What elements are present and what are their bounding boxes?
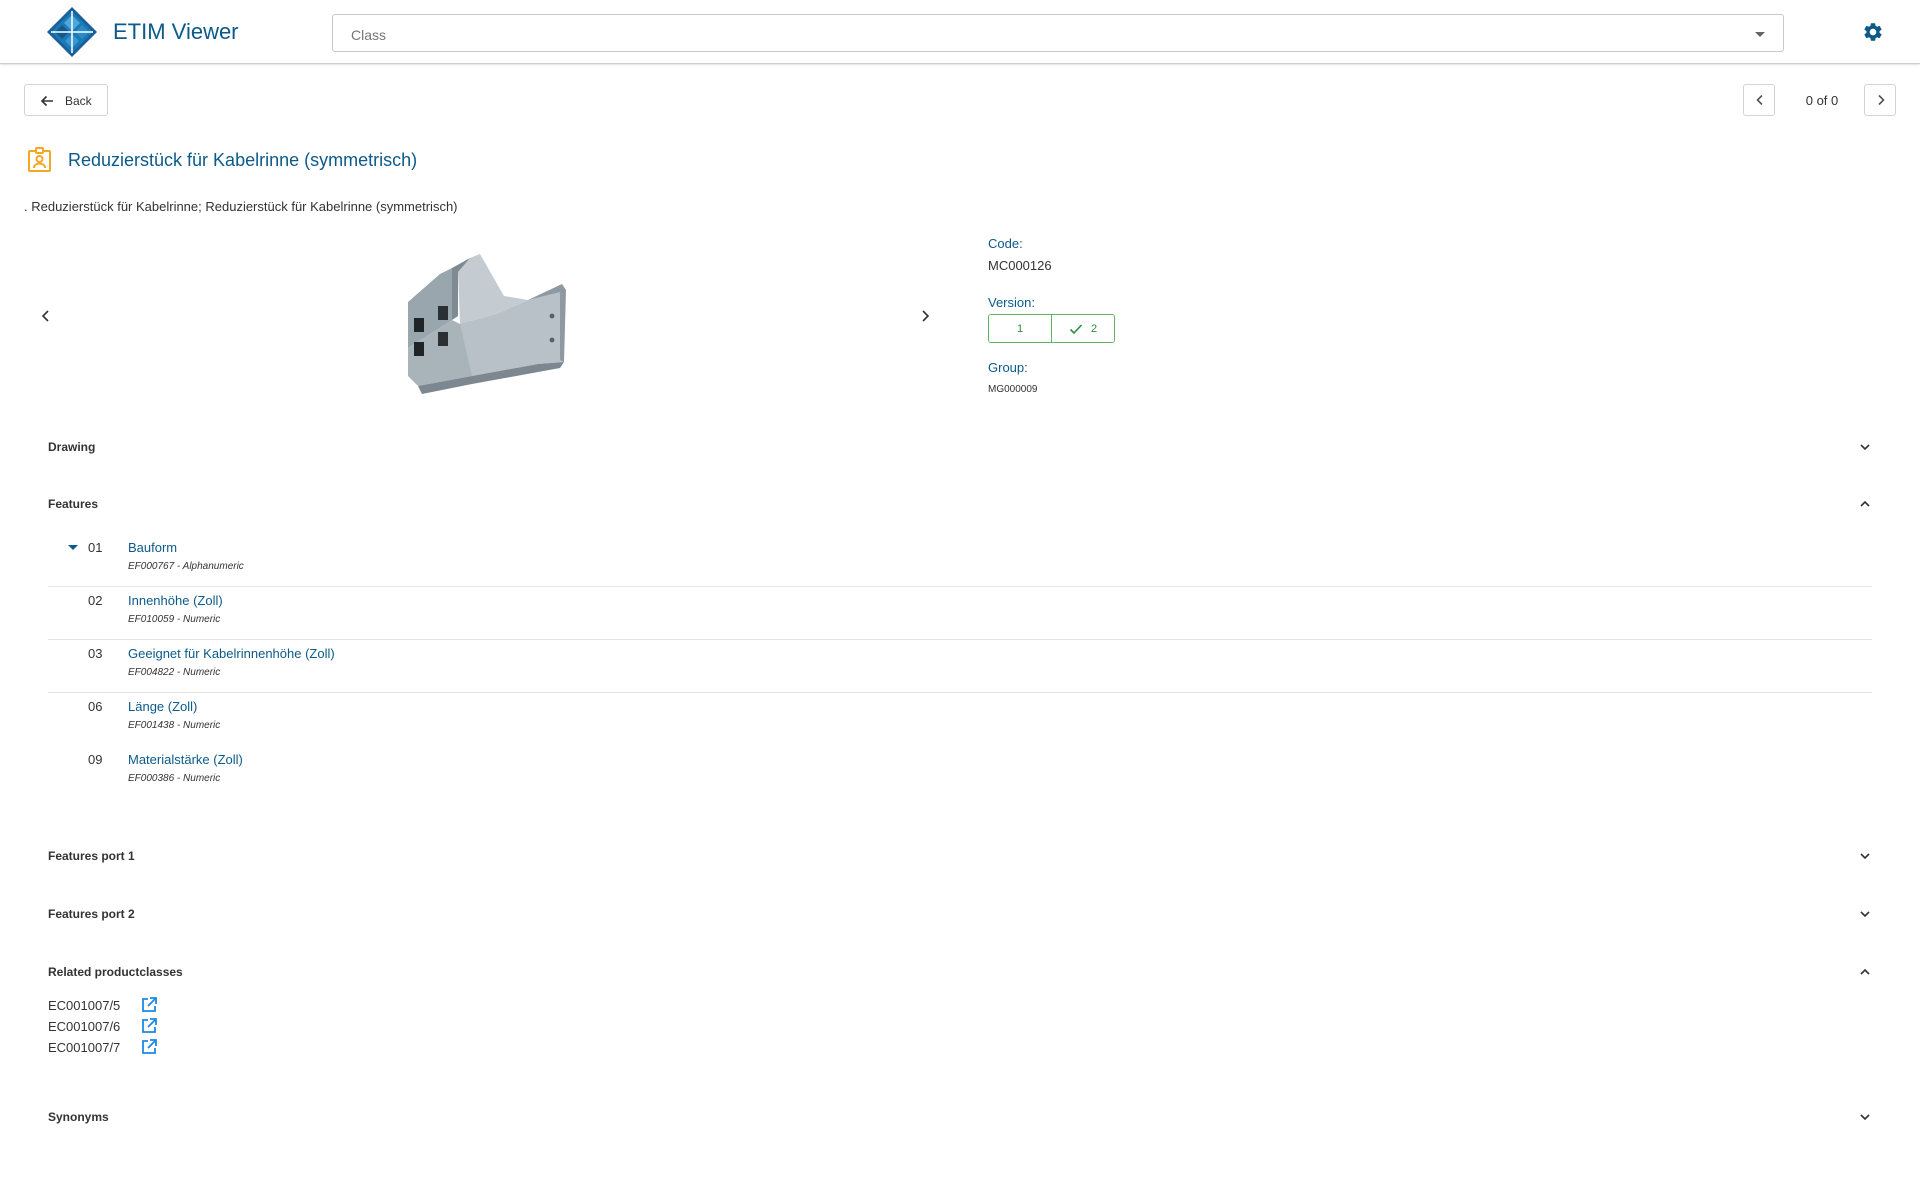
related-code: EC001007/7 (48, 1040, 121, 1055)
class-select-placeholder: Class (351, 27, 387, 43)
feature-row: 06 Länge (Zoll) EF001438 - Numeric (48, 693, 1872, 746)
version-button-1[interactable]: 1 (989, 315, 1051, 342)
feature-code: EF000386 - Numeric (128, 773, 221, 784)
group-value: MG000009 (988, 384, 1038, 395)
section-features-port-2-title: Features port 2 (48, 907, 135, 921)
expand-caret-icon[interactable] (68, 545, 78, 550)
back-button-label: Back (65, 94, 92, 108)
chevron-down-icon (1860, 444, 1870, 451)
carousel-next-icon[interactable] (919, 308, 931, 324)
chevron-left-icon (1756, 94, 1763, 106)
related-code: EC001007/5 (48, 998, 121, 1013)
chevron-down-icon (1860, 1114, 1870, 1121)
feature-code: EF000767 - Alphanumeric (128, 561, 244, 572)
class-select[interactable]: Class (332, 14, 1784, 52)
section-features[interactable]: Features (48, 489, 1872, 519)
pager-count: 0 of 0 (1805, 93, 1839, 108)
version-button-2[interactable]: 2 (1051, 315, 1114, 342)
feature-number: 03 (88, 646, 103, 661)
gear-icon[interactable] (1862, 21, 1884, 43)
back-button[interactable]: Back (24, 84, 108, 116)
check-icon (1069, 323, 1083, 334)
chevron-down-icon (1860, 853, 1870, 860)
previous-button[interactable] (1743, 84, 1775, 116)
feature-name[interactable]: Geeignet für Kabelrinnenhöhe (Zoll) (128, 646, 335, 661)
version-1-label: 1 (1016, 322, 1024, 335)
chevron-up-icon (1860, 968, 1870, 975)
section-features-port-1[interactable]: Features port 1 (48, 841, 1872, 871)
feature-number: 01 (88, 540, 103, 555)
section-drawing-title: Drawing (48, 440, 96, 454)
feature-name[interactable]: Länge (Zoll) (128, 699, 197, 714)
open-external-icon[interactable] (140, 1038, 158, 1056)
feature-code: EF001438 - Numeric (128, 720, 221, 731)
app-title: ETIM Viewer (113, 19, 239, 44)
version-label: Version: (988, 295, 1035, 310)
feature-number: 06 (88, 699, 103, 714)
open-external-icon[interactable] (140, 996, 158, 1014)
section-synonyms[interactable]: Synonyms (48, 1102, 1872, 1132)
app-header: ETIM Viewer Class (0, 0, 1920, 64)
carousel-prev-icon[interactable] (40, 308, 52, 324)
feature-row: 01 Bauform EF000767 - Alphanumeric (48, 534, 1872, 587)
dropdown-caret-icon (1755, 32, 1765, 37)
feature-name[interactable]: Materialstärke (Zoll) (128, 752, 243, 767)
feature-row: 02 Innenhöhe (Zoll) EF010059 - Numeric (48, 587, 1872, 640)
section-related-title: Related productclasses (48, 965, 183, 979)
feature-row: 03 Geeignet für Kabelrinnenhöhe (Zoll) E… (48, 640, 1872, 693)
open-external-icon[interactable] (140, 1017, 158, 1035)
section-features-port-2[interactable]: Features port 2 (48, 899, 1872, 929)
code-value: MC000126 (988, 258, 1052, 273)
code-label: Code: (988, 236, 1023, 251)
version-2-label: 2 (1090, 322, 1098, 335)
class-description: . Reduzierstück für Kabelrinne; Reduzier… (24, 199, 458, 214)
section-drawing[interactable]: Drawing (48, 432, 1872, 462)
chevron-up-icon (1860, 500, 1870, 507)
section-related-productclasses[interactable]: Related productclasses (48, 957, 1872, 987)
feature-code: EF010059 - Numeric (128, 614, 221, 625)
next-button[interactable] (1864, 84, 1896, 116)
arrow-left-icon (40, 95, 53, 107)
feature-number: 09 (88, 752, 103, 767)
section-features-port-1-title: Features port 1 (48, 849, 135, 863)
etim-logo[interactable] (46, 6, 98, 58)
section-features-title: Features (48, 497, 99, 511)
related-code: EC001007/6 (48, 1019, 121, 1034)
group-label: Group: (988, 360, 1028, 375)
chevron-down-icon (1860, 911, 1870, 918)
class-badge-icon (28, 147, 51, 172)
chevron-right-icon (1878, 94, 1885, 106)
product-image (408, 254, 566, 394)
version-toggle-group: 1 2 (988, 314, 1115, 343)
feature-number: 02 (88, 593, 103, 608)
feature-code: EF004822 - Numeric (128, 667, 221, 678)
feature-row: 09 Materialstärke (Zoll) EF000386 - Nume… (48, 746, 1872, 799)
section-synonyms-title: Synonyms (48, 1110, 109, 1124)
feature-name[interactable]: Innenhöhe (Zoll) (128, 593, 223, 608)
page-title: Reduzierstück für Kabelrinne (symmetrisc… (68, 150, 418, 170)
feature-name[interactable]: Bauform (128, 540, 177, 555)
